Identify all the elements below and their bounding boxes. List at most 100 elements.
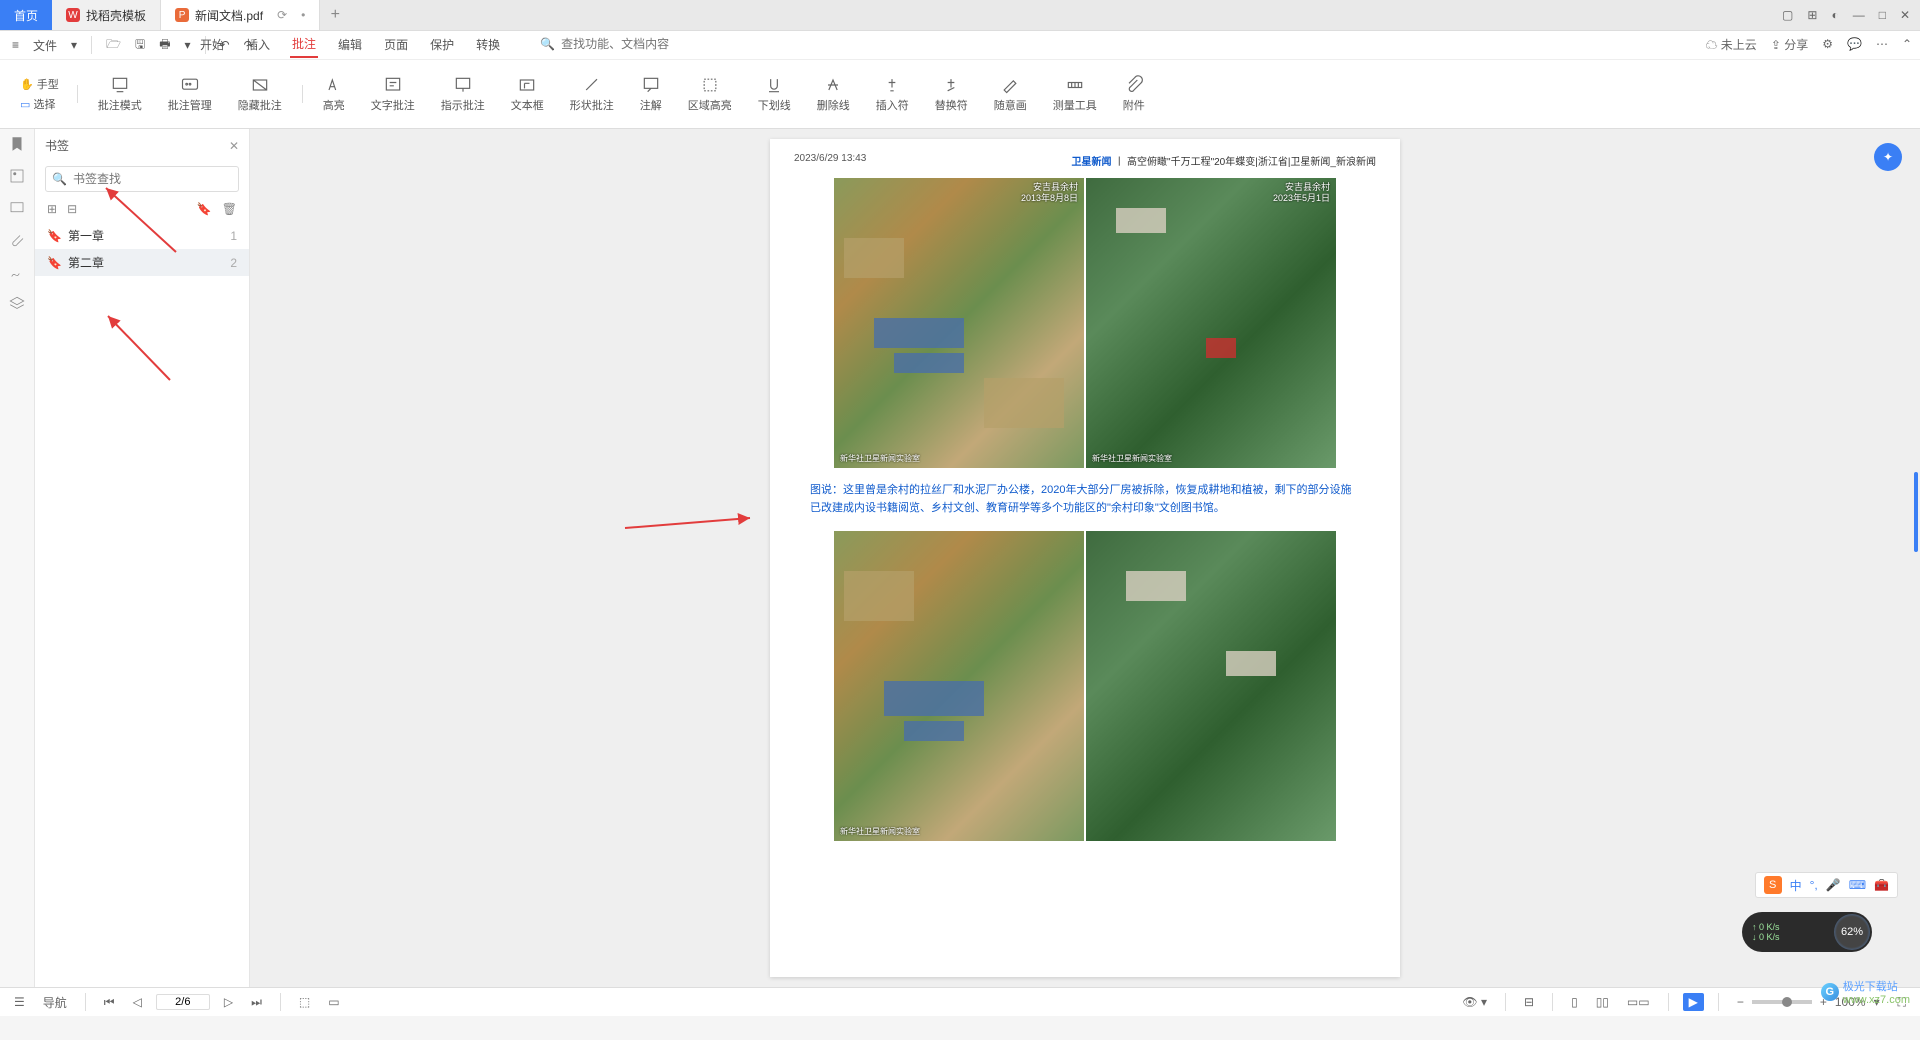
- tool-strikethrough[interactable]: 删除线: [807, 73, 860, 115]
- ribbon-tab-annotate[interactable]: 批注: [290, 31, 318, 58]
- tool-attachment[interactable]: 附件: [1113, 73, 1155, 115]
- two-page-icon[interactable]: ▭▭: [1623, 995, 1654, 1009]
- tool-annotation-mode[interactable]: 批注模式: [88, 73, 152, 115]
- ime-logo-icon: S: [1764, 876, 1782, 894]
- ime-keyboard-icon[interactable]: ⌨: [1849, 878, 1866, 892]
- tool-textbox[interactable]: 文本框: [501, 73, 554, 115]
- chat-icon[interactable]: 💬: [1847, 37, 1862, 51]
- ribbon-tab-page[interactable]: 页面: [382, 32, 410, 57]
- tool-annotation-manage[interactable]: 批注管理: [158, 73, 222, 115]
- scrollbar-thumb[interactable]: [1914, 472, 1918, 552]
- comments-tab-icon[interactable]: [8, 199, 26, 217]
- tool-measure[interactable]: 测量工具: [1043, 73, 1107, 115]
- tab-templates[interactable]: W找稻壳模板: [52, 0, 161, 30]
- tool-comment[interactable]: 注解: [630, 73, 672, 115]
- ribbon-tab-insert[interactable]: 插入: [244, 32, 272, 57]
- hand-mode[interactable]: ✋ 手型: [20, 76, 59, 92]
- first-page-button[interactable]: ⏮: [100, 995, 119, 1010]
- grid-icon[interactable]: ⊞: [1807, 8, 1817, 22]
- document-viewer[interactable]: 2023/6/29 13:43 卫星新闻 丨 高空俯瞰"千万工程"20年蝶变|浙…: [250, 129, 1920, 987]
- select-mode[interactable]: ▭ 选择: [20, 96, 55, 112]
- bookmark-search[interactable]: 🔍: [45, 166, 239, 192]
- fit-page-icon[interactable]: ▭: [324, 995, 343, 1009]
- collapse-all-icon[interactable]: ⊟: [67, 202, 77, 216]
- ribbon: ✋ 手型 ▭ 选择 批注模式 批注管理 隐藏批注 高亮 文字批注 指示批注 文本…: [0, 60, 1920, 129]
- tab-close-icon[interactable]: •: [301, 8, 305, 22]
- ai-assistant-button[interactable]: ✦: [1874, 143, 1902, 171]
- settings-icon[interactable]: ⚙: [1822, 37, 1833, 51]
- page-number-input[interactable]: [156, 994, 210, 1010]
- ime-toolbar[interactable]: S 中 °, 🎤 ⌨ 🧰: [1755, 872, 1898, 898]
- next-page-button[interactable]: ▷: [220, 995, 237, 1009]
- reflow-icon[interactable]: ⊟: [1520, 995, 1538, 1009]
- single-page-icon[interactable]: ▯: [1567, 995, 1582, 1009]
- bookmark-tab-icon[interactable]: [8, 135, 26, 153]
- tool-shape-annotation[interactable]: 形状批注: [560, 73, 624, 115]
- upload-speed: ↑ 0 K/s: [1752, 922, 1832, 932]
- print-icon[interactable]: 🖶: [155, 33, 174, 58]
- bookmark-search-input[interactable]: [71, 171, 232, 187]
- minimize-button[interactable]: —: [1853, 8, 1865, 22]
- tool-replace-mark[interactable]: 替换符: [925, 73, 978, 115]
- ime-tools-icon[interactable]: 🧰: [1874, 878, 1889, 892]
- file-menu-dropdown-icon[interactable]: ▾: [67, 36, 81, 54]
- tool-freehand[interactable]: 随意画: [984, 73, 1037, 115]
- ime-voice-icon[interactable]: 🎤: [1826, 878, 1841, 892]
- tool-pointer-annotation[interactable]: 指示批注: [431, 73, 495, 115]
- satellite-image-before-2: 新华社卫星新闻实验室: [834, 531, 1084, 841]
- add-bookmark-icon[interactable]: 🔖: [197, 202, 212, 216]
- delete-bookmark-icon[interactable]: 🗑: [222, 202, 237, 216]
- ribbon-tab-convert[interactable]: 转换: [474, 32, 502, 57]
- attachments-tab-icon[interactable]: [8, 231, 26, 249]
- open-icon[interactable]: 🗁: [102, 33, 125, 58]
- eye-protect-icon[interactable]: 👁 ▾: [1458, 995, 1491, 1009]
- outline-toggle-icon[interactable]: ☰: [10, 995, 29, 1009]
- signature-tab-icon[interactable]: [8, 263, 26, 281]
- user-avatar[interactable]: ◐: [1831, 8, 1838, 22]
- continuous-page-icon[interactable]: ▯▯: [1592, 995, 1613, 1009]
- network-widget[interactable]: ↑ 0 K/s ↓ 0 K/s 62%: [1742, 912, 1872, 952]
- share-button[interactable]: ⇪ 分享: [1771, 36, 1808, 53]
- close-window-button[interactable]: ✕: [1900, 8, 1910, 22]
- layout-icon[interactable]: ▢: [1782, 8, 1793, 22]
- thumbnail-tab-icon[interactable]: [8, 167, 26, 185]
- ribbon-search[interactable]: 🔍: [540, 36, 703, 52]
- maximize-button[interactable]: □: [1879, 8, 1886, 22]
- cloud-status[interactable]: ☁ 未上云: [1705, 36, 1756, 53]
- tool-insert-mark[interactable]: 插入符: [866, 73, 919, 115]
- nav-label[interactable]: 导航: [39, 994, 71, 1011]
- zoom-slider-thumb[interactable]: [1782, 997, 1792, 1007]
- last-page-button[interactable]: ⏭: [247, 995, 266, 1010]
- tab-home[interactable]: 首页: [0, 0, 52, 30]
- more-icon[interactable]: ⋯: [1876, 37, 1888, 51]
- play-icon[interactable]: ▶: [1683, 993, 1704, 1011]
- save-icon[interactable]: 🖫: [131, 33, 149, 58]
- ribbon-tab-edit[interactable]: 编辑: [336, 32, 364, 57]
- prev-page-button[interactable]: ◁: [129, 995, 146, 1009]
- ribbon-tab-start[interactable]: 开始: [198, 32, 226, 57]
- tab-status-icon[interactable]: ⟳: [277, 8, 287, 22]
- ribbon-tab-protect[interactable]: 保护: [428, 32, 456, 57]
- ime-lang[interactable]: 中: [1790, 877, 1802, 894]
- tool-underline[interactable]: 下划线: [748, 73, 801, 115]
- hamburger-icon[interactable]: ≡: [8, 36, 23, 54]
- expand-all-icon[interactable]: ⊞: [47, 202, 57, 216]
- fit-width-icon[interactable]: ⬚: [295, 995, 314, 1009]
- tool-highlight[interactable]: 高亮: [313, 73, 355, 115]
- tool-area-highlight[interactable]: 区域高亮: [678, 73, 742, 115]
- bookmark-item[interactable]: 🔖第一章1: [35, 222, 249, 249]
- workspace: 书签 ✕ 🔍 ⊞ ⊟ 🔖 🗑 🔖第一章1 🔖第二章2 2023/6/29 13:4…: [0, 129, 1920, 987]
- bookmark-item[interactable]: 🔖第二章2: [35, 249, 249, 276]
- tool-hide-annotations[interactable]: 隐藏批注: [228, 73, 292, 115]
- layers-tab-icon[interactable]: [8, 295, 26, 313]
- zoom-out-button[interactable]: −: [1733, 995, 1748, 1009]
- ime-punct-icon[interactable]: °,: [1810, 878, 1818, 892]
- tool-text-annotation[interactable]: 文字批注: [361, 73, 425, 115]
- collapse-ribbon-icon[interactable]: ⌃: [1902, 37, 1912, 51]
- file-menu[interactable]: 文件: [29, 35, 61, 56]
- panel-close-icon[interactable]: ✕: [229, 139, 239, 153]
- new-tab-button[interactable]: +: [320, 6, 350, 24]
- tab-document[interactable]: P新闻文档.pdf⟳•: [161, 0, 320, 30]
- panel-title: 书签: [45, 137, 69, 154]
- ribbon-search-input[interactable]: [559, 36, 703, 52]
